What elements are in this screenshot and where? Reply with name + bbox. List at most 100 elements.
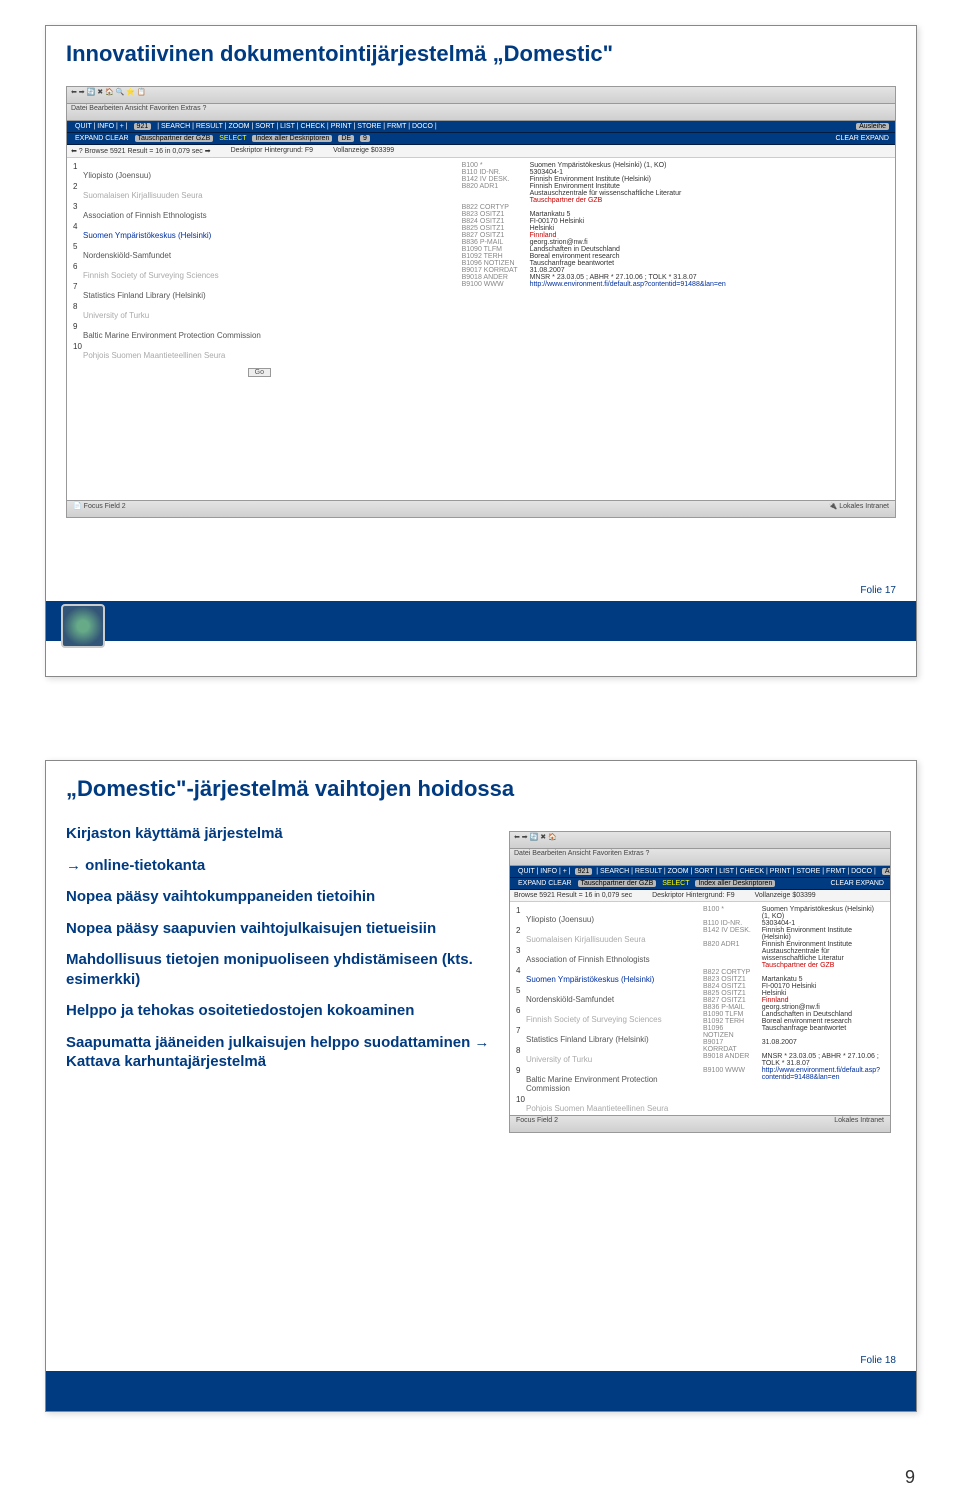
table-row: B100 *Suomen Ympäristökeskus (Helsinki) …	[699, 906, 884, 920]
list-item[interactable]: 8University of Turku	[516, 1046, 687, 1064]
table-row: B110 ID-NR.5303404-1	[458, 169, 730, 176]
table-row: B823 OSITZ1Martankatu 5	[458, 211, 730, 218]
sm-statusrow: Browse 5921 Result = 16 in 0,079 sec Des…	[510, 890, 890, 902]
sm-detail-panel: B100 *Suomen Ympäristökeskus (Helsinki) …	[693, 902, 890, 1112]
app-screenshot-large: ⬅ ➡ 🔄 ✖ 🏠 🔍 ⭐ 📋 Datei Bearbeiten Ansicht…	[66, 86, 896, 518]
status-right: Lokales Intranet	[839, 503, 889, 510]
table-row: B142 IV DESK.Finnish Environment Institu…	[458, 176, 730, 183]
bullet-item: Kirjaston käyttämä järjestelmä	[66, 824, 496, 844]
table-row: Tauschpartner der GZB	[699, 962, 884, 969]
list-item[interactable]: 5Nordenskiöld-Samfundet	[73, 242, 446, 260]
slide2-title: „Domestic"-järjestelmä vaihtojen hoidoss…	[46, 761, 916, 812]
table-row: B9017 KORRDAT31.08.2007	[458, 267, 730, 274]
cmd2-n[interactable]: 9	[360, 135, 370, 142]
list-item[interactable]: 6Finnish Society of Surveying Sciences	[516, 1006, 687, 1024]
status-bar: 📄 Focus Field 2 🔌 Lokales Intranet	[67, 500, 895, 517]
cmd1-box[interactable]: 921	[134, 123, 152, 130]
list-item[interactable]: 2Suomalaisen Kirjallisuuden Seura	[73, 182, 446, 200]
table-row: B827 OSITZ1Finnland	[458, 232, 730, 239]
sm-cmd1[interactable]: QUIT | INFO | + |921| SEARCH | RESULT | …	[510, 866, 890, 878]
footer-bar	[46, 601, 916, 641]
sm-result-list[interactable]: 1Yliopisto (Joensuu) 2Suomalaisen Kirjall…	[510, 902, 693, 1112]
cmd2-left[interactable]: EXPAND CLEAR	[75, 135, 129, 142]
table-row: Austauschzentrale für wissenschaftliche …	[458, 190, 730, 197]
list-item[interactable]: 7Statistics Finland Library (Helsinki)	[516, 1026, 687, 1044]
list-item[interactable]: 2Suomalaisen Kirjallisuuden Seura	[516, 926, 687, 944]
table-row: B100 *Suomen Ympäristökeskus (Helsinki) …	[458, 162, 730, 169]
table-row: B9018 ANDERMNSR * 23.03.05 ; ABHR * 27.1…	[458, 274, 730, 281]
sm-menu[interactable]: Datei Bearbeiten Ansicht Favoriten Extra…	[510, 849, 890, 866]
table-row: B825 OSITZ1Helsinki	[458, 225, 730, 232]
cmd1-right[interactable]: Ausleihe	[856, 123, 889, 130]
cmdbar-2[interactable]: EXPAND CLEAR Tauschpartner der GZB SELEC…	[67, 133, 895, 145]
detail-panel: B100 *Suomen Ympäristökeskus (Helsinki) …	[452, 158, 895, 498]
bullet-item: Mahdollisuus tietojen monipuoliseen yhdi…	[66, 950, 496, 989]
cmd2-sel[interactable]: SELECT	[219, 135, 246, 142]
table-row: B836 P-MAILgeorg.strion@nw.fi	[699, 1004, 884, 1011]
list-item[interactable]: 4Suomen Ympäristökeskus (Helsinki)	[73, 222, 446, 240]
result-list[interactable]: 1Yliopisto (Joensuu) 2Suomalaisen Kirjall…	[67, 158, 452, 498]
sm-cmd2[interactable]: EXPAND CLEAR Tauschpartner der GZB SELEC…	[510, 878, 890, 890]
table-row: B9100 WWWhttp://www.environment.fi/defau…	[458, 281, 730, 288]
table-row: B1096 NOTIZENTauschanfrage beantwortet	[458, 260, 730, 267]
cmdbar-1[interactable]: QUIT | INFO | + | 921 | SEARCH | RESULT …	[67, 121, 895, 133]
desk-text: Deskriptor Hintergrund: F9	[231, 147, 313, 155]
slide-1: Innovatiivinen dokumentointijärjestelmä …	[45, 25, 917, 677]
table-row: B822 CORTYP	[699, 969, 884, 976]
table-row: B1090 TLFMLandschaften in Deutschland	[699, 1011, 884, 1018]
list-item[interactable]: 8University of Turku	[73, 302, 446, 320]
table-row: B110 ID-NR.5303404-1	[699, 920, 884, 927]
page-number: 9	[905, 1467, 915, 1488]
list-item[interactable]: 4Suomen Ympäristökeskus (Helsinki)	[516, 966, 687, 984]
slide1-title: Innovatiivinen dokumentointijärjestelmä …	[46, 26, 916, 77]
bullet-item: Helppo ja tehokas osoitetiedostojen koko…	[66, 1001, 496, 1021]
voll-text: Vollanzeige $03399	[333, 147, 394, 155]
table-row: B820 ADR1Finnish Environment Institute	[699, 941, 884, 948]
bullet-item: Nopea pääsy vaihtokumppaneiden tietoihin	[66, 887, 496, 907]
app-screenshot-small: ⬅ ➡ 🔄 ✖ 🏠 Datei Bearbeiten Ansicht Favor…	[509, 831, 891, 1133]
cmd2-mid1[interactable]: Tauschpartner der GZB	[135, 135, 214, 142]
table-row: B9017 KORRDAT31.08.2007	[699, 1039, 884, 1053]
footer-bar-2	[46, 1371, 916, 1411]
browse-text: Browse 5921 Result = 16 in 0,079 sec	[85, 148, 203, 155]
list-item[interactable]: 1Yliopisto (Joensuu)	[73, 162, 446, 180]
table-row: Austauschzentrale für wissenschaftliche …	[699, 948, 884, 962]
table-row: B1092 TERHBoreal environment research	[699, 1018, 884, 1025]
cmd2-mid2[interactable]: Index aller Deskriptoren	[252, 135, 332, 142]
list-item[interactable]: 3Association of Finnish Ethnologists	[73, 202, 446, 220]
cmd1-left[interactable]: QUIT | INFO | + |	[75, 123, 128, 130]
sm-toolbar: ⬅ ➡ 🔄 ✖ 🏠	[510, 832, 890, 849]
go-button[interactable]: Go	[248, 368, 271, 377]
table-row: B9100 WWWhttp://www.environment.fi/defau…	[699, 1067, 884, 1081]
table-row: B822 CORTYP	[458, 204, 730, 211]
list-item[interactable]: 10Pohjois Suomen Maantieteellinen Seura	[516, 1095, 687, 1112]
table-row: B1092 TERHBoreal environment research	[458, 253, 730, 260]
cmd1-mid[interactable]: | SEARCH | RESULT | ZOOM | SORT | LIST |…	[157, 123, 437, 130]
table-row: B825 OSITZ1Helsinki	[699, 990, 884, 997]
list-item[interactable]: 3Association of Finnish Ethnologists	[516, 946, 687, 964]
table-row: B142 IV DESK.Finnish Environment Institu…	[699, 927, 884, 941]
list-item[interactable]: 1Yliopisto (Joensuu)	[516, 906, 687, 924]
table-row: B9018 ANDERMNSR * 23.03.05 ; ABHR * 27.1…	[699, 1053, 884, 1067]
table-row: B824 OSITZ1FI-00170 Helsinki	[458, 218, 730, 225]
list-item[interactable]: 7Statistics Finland Library (Helsinki)	[73, 282, 446, 300]
app-menu[interactable]: Datei Bearbeiten Ansicht Favoriten Extra…	[67, 104, 895, 121]
slide2-folie: Folie 18	[860, 1355, 896, 1366]
cmd2-right[interactable]: CLEAR EXPAND	[835, 135, 889, 142]
slide1-folie: Folie 17	[860, 585, 896, 596]
table-row: B836 P-MAILgeorg.strion@nw.fi	[458, 239, 730, 246]
list-item[interactable]: 9Baltic Marine Environment Protection Co…	[73, 322, 446, 340]
slide-2: „Domestic"-järjestelmä vaihtojen hoidoss…	[45, 760, 917, 1412]
status-row: ⬅ ? Browse 5921 Result = 16 in 0,079 sec…	[67, 145, 895, 158]
table-row: B820 ADR1Finnish Environment Institute	[458, 183, 730, 190]
list-item[interactable]: 10Pohjois Suomen Maantieteellinen Seura	[73, 342, 446, 360]
bullet-item: Nopea pääsy saapuvien vaihtojulkaisujen …	[66, 919, 496, 939]
cmd2-de[interactable]: DE	[338, 135, 354, 142]
table-row: B1090 TLFMLandschaften in Deutschland	[458, 246, 730, 253]
globe-logo-icon	[61, 604, 105, 648]
list-item[interactable]: 5Nordenskiöld-Samfundet	[516, 986, 687, 1004]
bullet-item: online-tietokanta	[66, 856, 496, 876]
bullet-item: Saapumatta jääneiden julkaisujen helppo …	[66, 1033, 496, 1072]
list-item[interactable]: 6Finnish Society of Surveying Sciences	[73, 262, 446, 280]
list-item[interactable]: 9Baltic Marine Environment Protection Co…	[516, 1066, 687, 1093]
